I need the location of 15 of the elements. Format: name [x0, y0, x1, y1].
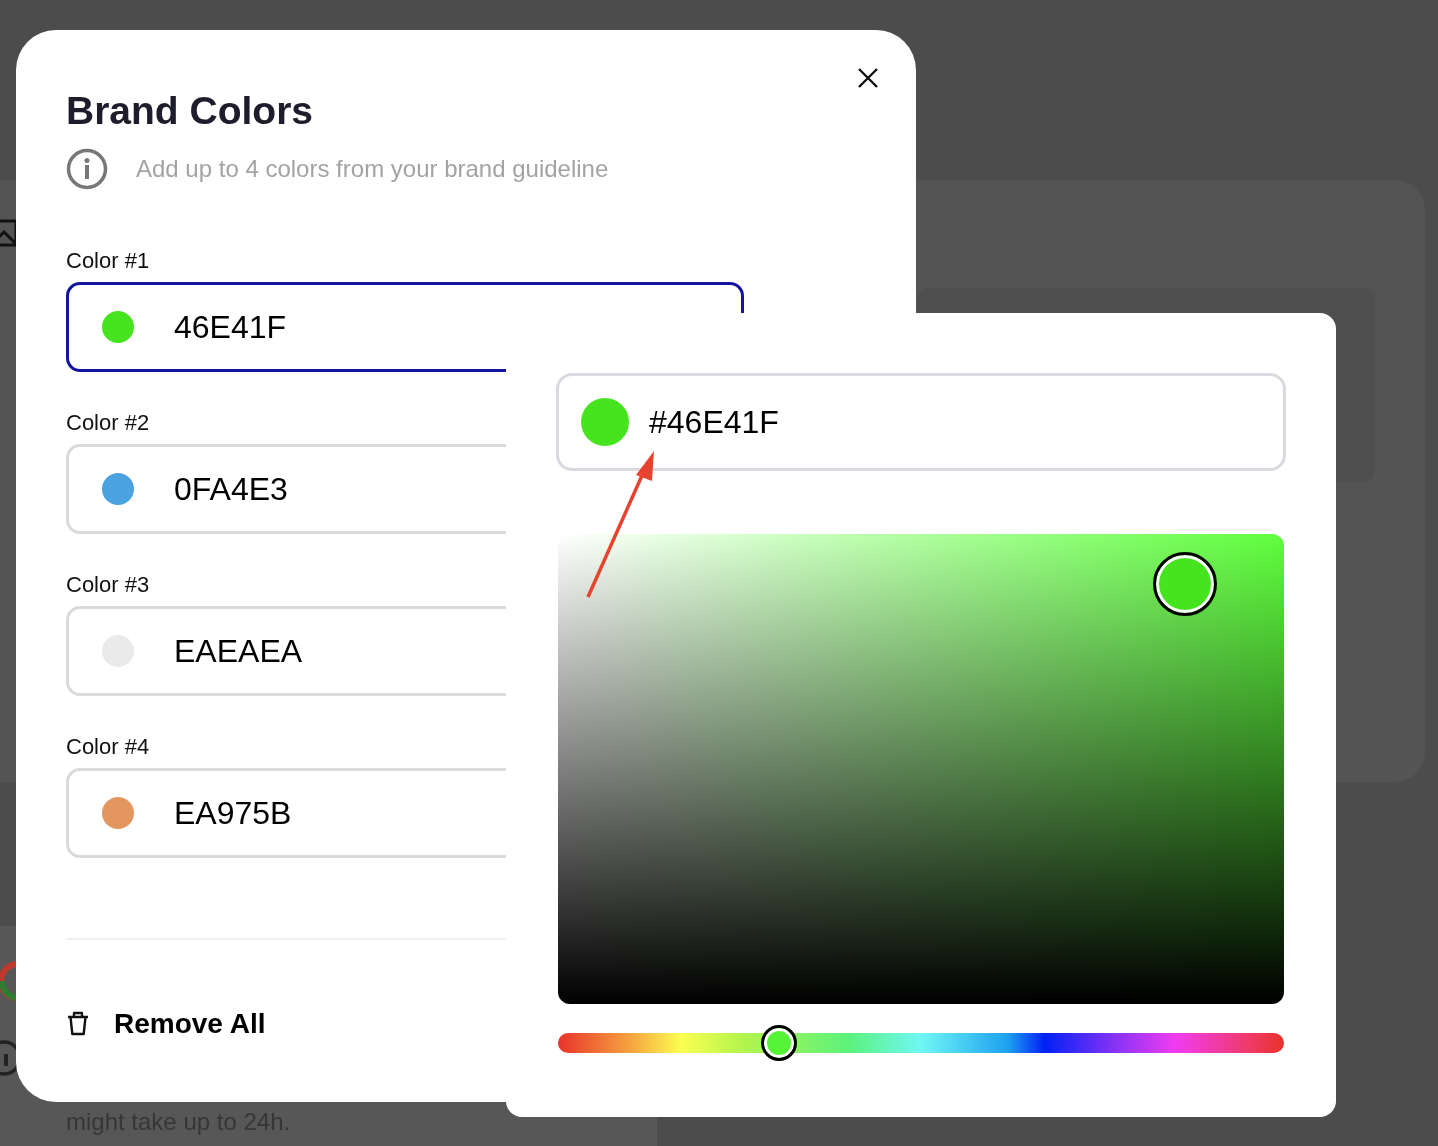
- dialog-title: Brand Colors: [66, 88, 315, 134]
- hex-input-field[interactable]: #46E41F: [556, 373, 1286, 471]
- close-icon: [856, 66, 880, 90]
- remove-all-button[interactable]: Remove All: [66, 1008, 266, 1040]
- field-label: Color #1: [66, 247, 150, 275]
- hue-handle[interactable]: [760, 1025, 797, 1061]
- close-button[interactable]: [856, 66, 880, 90]
- field-label: Color #4: [66, 733, 150, 761]
- trash-icon: [66, 1011, 90, 1037]
- hue-slider[interactable]: [558, 1024, 1284, 1062]
- field-label: Color #2: [66, 409, 150, 437]
- field-label: Color #3: [66, 571, 150, 599]
- saturation-area[interactable]: [558, 534, 1284, 1004]
- hint-text: Add up to 4 colors from your brand guideline: [136, 155, 609, 183]
- info-icon: [66, 148, 108, 190]
